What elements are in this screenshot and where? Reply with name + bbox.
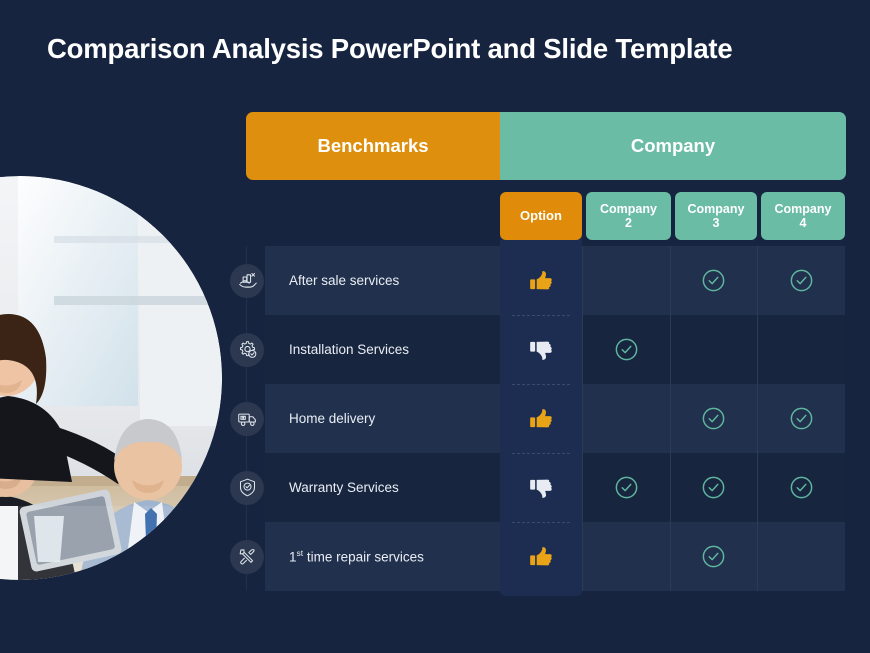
row-label-installation-services: Installation Services [289,342,410,357]
check-circle-icon [703,269,725,292]
option-value-warranty-services[interactable] [500,453,582,522]
gear-check-icon [230,332,264,367]
column-header-company-2-label: Company 2 [600,201,657,230]
column-header-company-2[interactable]: Company 2 [586,192,671,240]
cell-company3-warranty-services[interactable] [669,453,758,522]
cell-company3-home-delivery[interactable] [669,384,758,453]
cell-company3-first-time-repair-services[interactable] [669,522,758,591]
thumbs-up-icon [530,270,552,289]
cell-company4-installation-services[interactable] [757,315,845,384]
check-circle-icon [615,338,638,361]
thumbs-up-icon [530,408,552,427]
icon-slot-home-delivery [229,384,265,453]
check-circle-icon [790,476,813,499]
icon-slot-after-sale-services [229,246,265,315]
page-title: Comparison Analysis PowerPoint and Slide… [47,33,733,64]
business-team-meeting-photo [0,176,222,580]
row-label-first-time-repair-services: 1st time repair services [289,548,424,565]
column-header-company-4-label: Company 4 [774,201,832,230]
row-icon-rail [229,246,265,591]
cell-company4-home-delivery[interactable] [757,384,845,453]
option-value-after-sale-services[interactable] [500,246,582,315]
column-header-option-label: Option [520,207,562,223]
cell-company3-after-sale-services[interactable] [669,246,758,315]
delivery-truck-icon [230,401,264,436]
cell-company2-installation-services[interactable] [582,315,670,384]
option-value-home-delivery[interactable] [500,384,582,453]
shield-check-icon [230,470,264,505]
cell-company2-first-time-repair-services[interactable] [582,522,670,591]
cell-company2-home-delivery[interactable] [582,384,670,453]
cell-company2-after-sale-services[interactable] [582,246,670,315]
cell-company4-after-sale-services[interactable] [757,246,845,315]
thumbs-down-icon [530,341,552,360]
icon-slot-first-time-repair-services [229,522,265,591]
comparison-analysis-slide: Comparison Analysis PowerPoint and Slide… [0,0,870,653]
row-label-first-time-repair-rest: time repair services [306,549,424,565]
hand-holding-box-icon [230,263,264,298]
icon-slot-installation-services [229,315,265,384]
thumbs-up-icon [530,546,552,565]
cell-company4-warranty-services[interactable] [757,453,845,522]
row-label-home-delivery: Home delivery [289,411,376,426]
tools-icon [230,539,264,574]
option-column [500,246,582,591]
option-value-installation-services[interactable] [500,315,582,384]
icon-slot-warranty-services [229,453,265,522]
row-label-first-time-repair-number: 1 [289,549,297,565]
check-circle-icon [790,269,813,292]
column-header-option[interactable]: Option [500,192,582,240]
cell-company2-warranty-services[interactable] [582,453,670,522]
option-value-first-time-repair-services[interactable] [500,522,582,591]
column-header-company-3-label: Company 3 [687,201,745,230]
check-circle-icon [703,545,725,568]
cell-company3-installation-services[interactable] [669,315,758,384]
row-label-warranty-services: Warranty Services [289,480,399,495]
cell-company4-first-time-repair-services[interactable] [757,522,845,591]
group-header-company[interactable]: Company [500,112,846,180]
check-circle-icon [615,476,638,499]
group-header-company-label: Company [630,135,716,156]
row-label-after-sale-services: After sale services [289,273,400,288]
column-header-company-3[interactable]: Company 3 [675,192,757,240]
check-circle-icon [703,476,725,499]
check-circle-icon [703,407,725,430]
group-header-benchmarks[interactable]: Benchmarks [246,112,500,180]
thumbs-down-icon [530,479,552,498]
column-header-company-4[interactable]: Company 4 [761,192,845,240]
check-circle-icon [790,407,813,430]
group-header-benchmarks-label: Benchmarks [317,135,429,156]
